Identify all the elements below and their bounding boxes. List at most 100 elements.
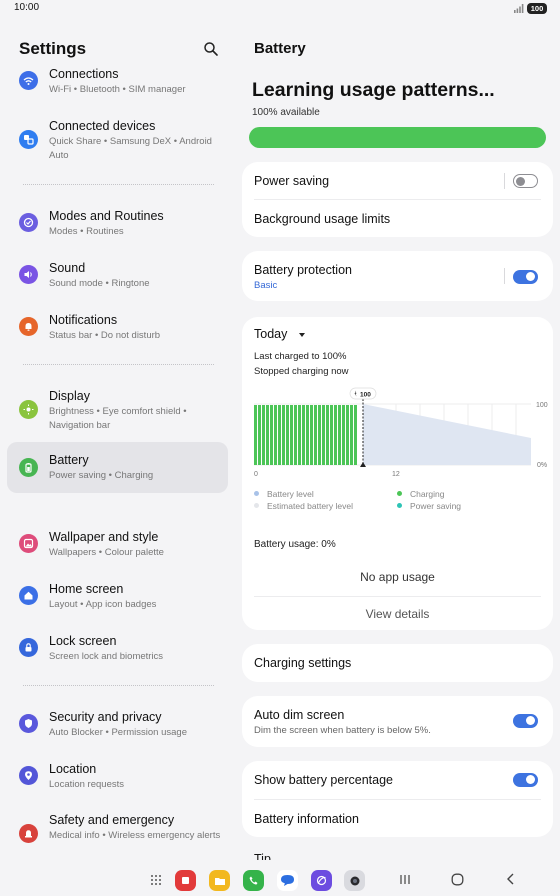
y-axis-bottom: 0% [537,462,548,469]
recents-button-icon[interactable] [399,874,411,885]
settings-item-label: Display [49,389,90,403]
connected-devices-icon [19,130,38,149]
legend-battery-level: Battery level [267,489,314,499]
settings-item-battery[interactable]: Battery Power saving • Charging [7,442,228,493]
notes-app-icon[interactable] [175,870,196,891]
back-button-icon[interactable] [506,873,515,885]
power-saving-card: Power saving Background usage limits [242,162,553,237]
settings-item-safety-emergency[interactable]: Safety and emergency Medical info • Wire… [7,810,228,860]
settings-item-label: Home screen [49,582,124,596]
auto-dim-sub: Dim the screen when battery is below 5%. [254,725,431,736]
signal-icon [514,4,524,13]
show-percentage-label: Show battery percentage [254,773,393,787]
power-saving-toggle[interactable] [513,174,538,188]
settings-item-home-screen[interactable]: Home screen Layout • App icon badges [7,579,228,617]
lock-icon [19,638,38,657]
stopped-charging-text: Stopped charging now [254,366,349,377]
toggle-knob [526,716,535,725]
battery-title: Battery [254,40,306,57]
x-axis-start: 0 [254,471,258,478]
settings-item-connections[interactable]: Connections Wi-Fi • Bluetooth • SIM mana… [7,64,228,104]
x-axis-mid: 12 [392,471,400,478]
settings-item-sub: Location requests [49,779,124,790]
settings-item-label: Battery [49,453,89,467]
sound-icon [19,265,38,284]
period-dropdown[interactable]: Today [254,325,324,343]
charging-settings-card[interactable]: Charging settings [242,644,553,682]
settings-item-sub: Medical info • Wireless emergency alerts [49,830,221,841]
battery-usage-card: Today Last charged to 100% Stopped charg… [242,317,553,630]
dropdown-arrow-icon [298,333,305,337]
home-button-icon[interactable] [451,873,464,886]
battery-information-row[interactable]: Battery information [242,800,553,837]
phone-app-icon[interactable] [243,870,264,891]
emergency-icon [19,824,38,843]
settings-item-connected-devices[interactable]: Connected devices Quick Share • Samsung … [7,116,228,168]
divider [254,596,541,597]
settings-item-label: Sound [49,261,86,275]
settings-item-label: Security and privacy [49,710,162,724]
background-limits-row[interactable]: Background usage limits [242,200,553,237]
battery-icon [19,458,38,477]
settings-item-modes-routines[interactable]: Modes and Routines Modes • Routines [7,206,228,244]
settings-item-sub: Wallpapers • Colour palette [49,547,164,558]
view-details-button[interactable]: View details [242,607,553,621]
settings-item-security-privacy[interactable]: Security and privacy Auto Blocker • Perm… [7,707,228,745]
camera-app-icon[interactable] [344,870,365,891]
last-charged-text: Last charged to 100% [254,351,347,362]
settings-item-notifications[interactable]: Notifications Status bar • Do not distur… [7,310,228,348]
notifications-icon [19,317,38,336]
settings-item-sub: Quick Share • Samsung DeX • Android Auto [49,136,212,161]
display-icon [19,400,38,419]
legend-dot-estimated [254,503,259,508]
status-bar: 10:00 100 [0,0,560,18]
settings-item-label: Connected devices [49,119,156,133]
settings-item-sub: Power saving • Charging [49,470,154,481]
charging-settings-label: Charging settings [254,656,352,670]
settings-item-sub: Brightness • Eye comfort shield • Naviga… [49,406,187,431]
battery-protection-card[interactable]: Battery protection Basic [242,251,553,301]
toggle-knob [516,176,525,186]
power-saving-label: Power saving [254,174,330,188]
settings-panel: Settings Connections Wi-Fi • Bluetooth •… [0,18,234,860]
settings-item-label: Safety and emergency [49,813,175,827]
wifi-icon [19,71,38,90]
no-app-usage-text: No app usage [360,570,435,584]
auto-dim-card[interactable]: Auto dim screen Dim the screen when batt… [242,696,553,747]
clock: 10:00 [14,2,40,13]
legend-power-saving: Power saving [410,501,462,511]
period-label: Today [254,327,288,341]
battery-information-label: Battery information [254,812,359,826]
messages-app-icon[interactable] [277,870,298,891]
battery-protection-toggle[interactable] [513,270,538,284]
divider [504,173,505,189]
settings-item-sub: Status bar • Do not disturb [49,330,161,341]
settings-item-location[interactable]: Location Location requests [7,759,228,797]
divider [23,364,214,365]
divider [23,685,214,686]
settings-item-sound[interactable]: Sound Sound mode • Ringtone [7,258,228,296]
settings-item-sub: Sound mode • Ringtone [49,278,150,289]
wallpaper-icon [19,534,38,553]
power-saving-row[interactable]: Power saving [242,162,553,200]
settings-item-label: Lock screen [49,634,117,648]
settings-item-label: Location [49,762,97,776]
settings-item-lock-screen[interactable]: Lock screen Screen lock and biometrics [7,631,228,669]
auto-dim-toggle[interactable] [513,714,538,728]
internet-app-icon[interactable] [311,870,332,891]
show-percentage-row[interactable]: Show battery percentage [242,761,553,799]
search-icon[interactable] [203,41,219,57]
settings-item-display[interactable]: Display Brightness • Eye comfort shield … [7,386,228,438]
settings-item-wallpaper[interactable]: Wallpaper and style Wallpapers • Colour … [7,527,228,565]
show-percentage-toggle[interactable] [513,773,538,787]
legend-charging: Charging [410,489,445,499]
display-options-card: Show battery percentage Battery informat… [242,761,553,837]
app-drawer-icon[interactable] [150,874,162,886]
legend-dot-charging [397,491,402,496]
settings-item-label: Wallpaper and style [49,530,159,544]
settings-item-sub: Auto Blocker • Permission usage [49,727,187,738]
y-axis-top: 100 [536,402,548,409]
files-app-icon[interactable] [209,870,230,891]
legend-estimated: Estimated battery level [267,501,353,511]
battery-chart: 100 100 0% 0 12 [242,385,553,485]
